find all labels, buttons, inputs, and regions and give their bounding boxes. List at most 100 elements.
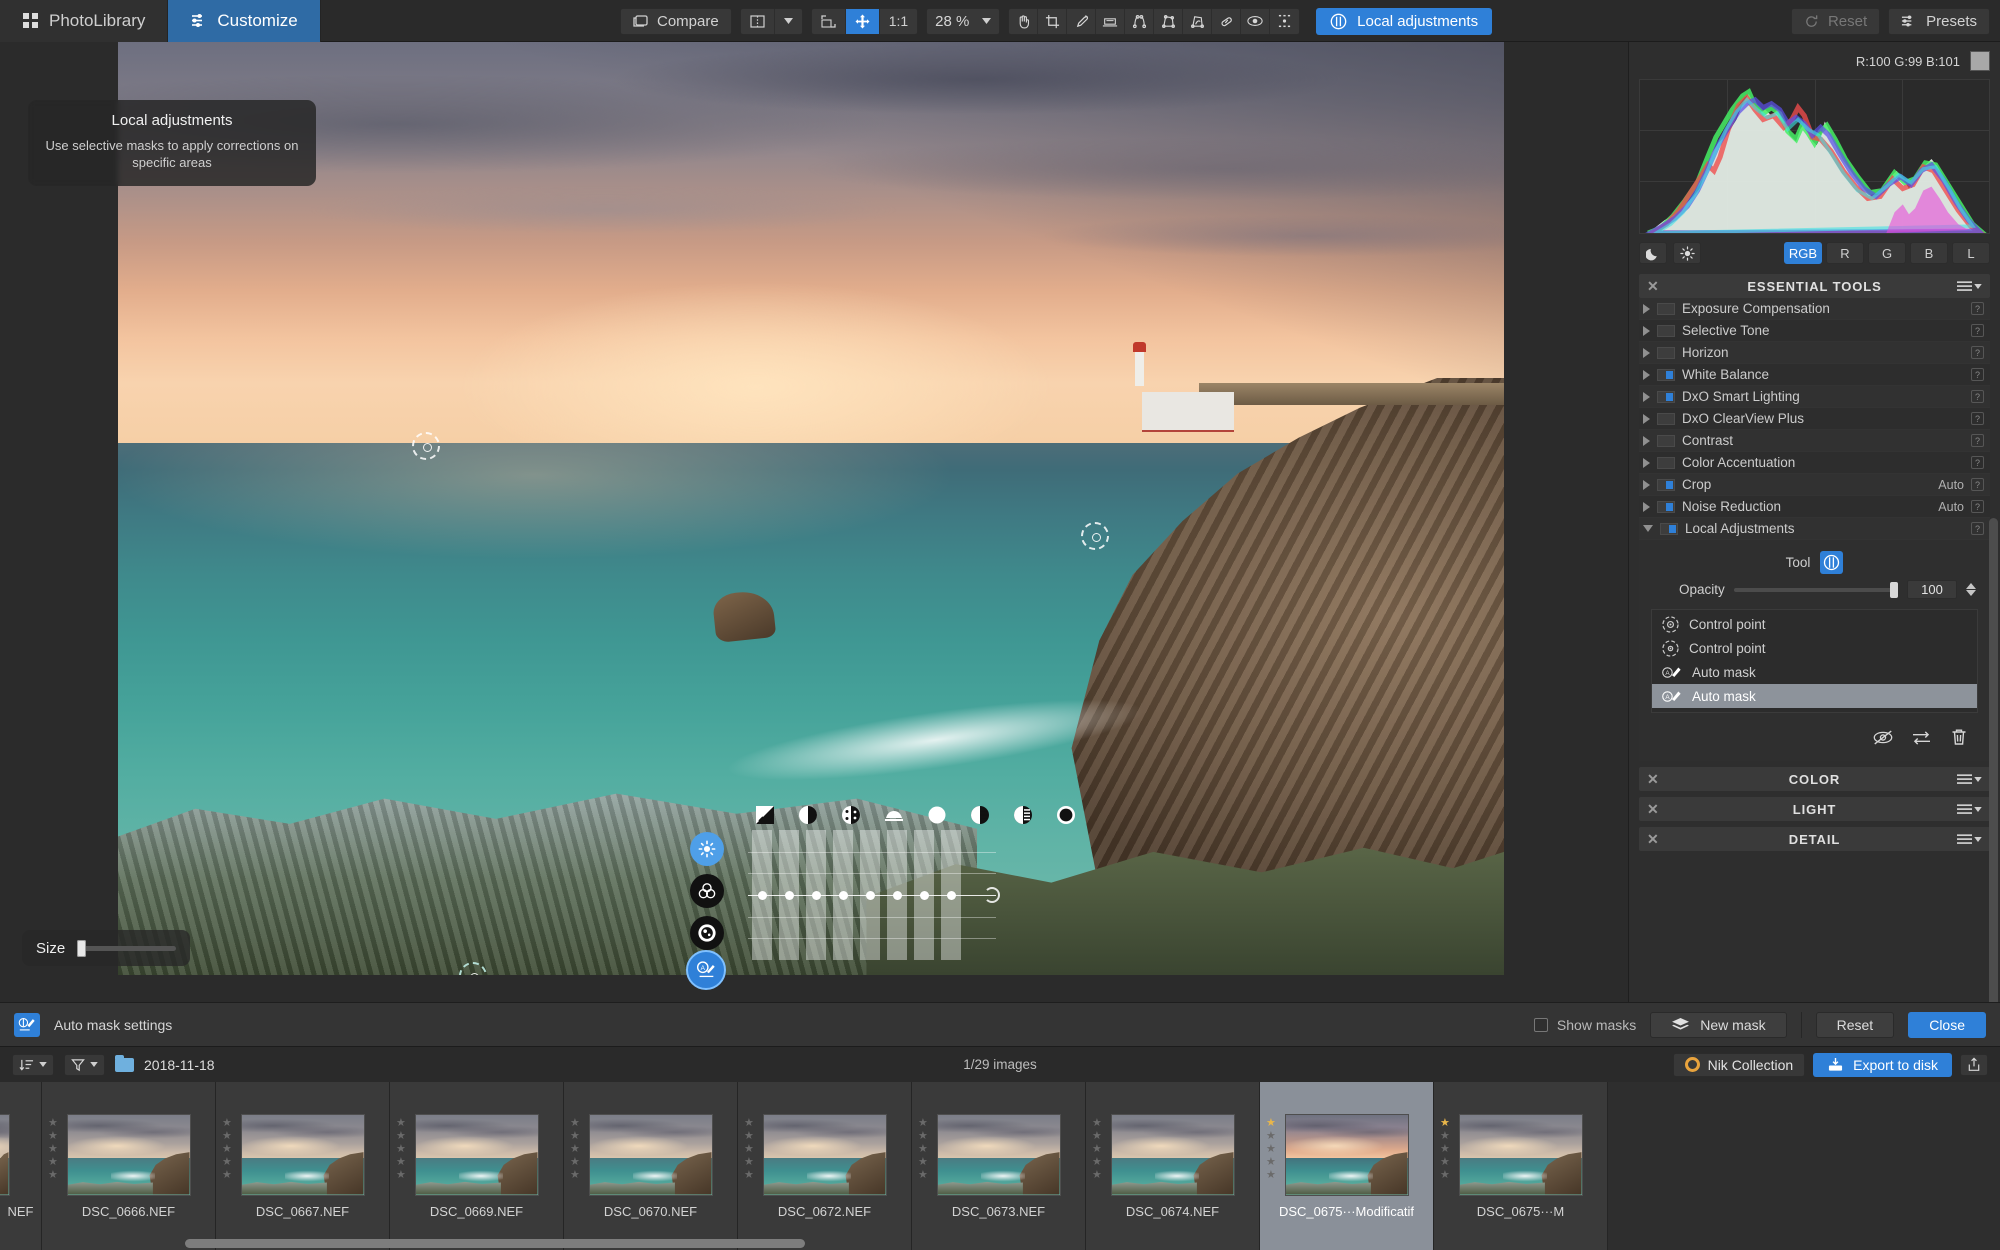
vibrancy-icon[interactable] [926,804,948,826]
auto-mask-settings-button[interactable] [14,1013,40,1037]
repair-tool-icon[interactable] [1212,9,1241,34]
equalizer-sliders[interactable] [752,830,964,960]
filmstrip[interactable]: NEF ★★★★★ DSC_0666.NEF ★★★★★ DSC_0667.NE… [0,1082,2000,1250]
star-rating[interactable]: ★★★★★ [222,1118,232,1181]
share-button[interactable] [1960,1054,1988,1076]
light-mode-button[interactable] [690,832,724,866]
fit-to-screen-icon[interactable] [812,9,846,34]
keystone-tool-icon[interactable] [1154,9,1183,34]
zoom-ratio-label[interactable]: 1:1 [880,9,917,34]
close-icon[interactable]: ✕ [1647,278,1660,295]
detail-mode-button[interactable] [690,916,724,950]
equalizer-handle-6[interactable] [893,891,902,900]
chevron-down-icon[interactable] [1643,525,1653,532]
tool-row-horizon[interactable]: Horizon ? [1639,342,1990,364]
mask-list-item[interactable]: A Auto mask [1652,660,1977,684]
la-close-button[interactable]: Close [1908,1012,1986,1038]
equalizer-handle-1[interactable] [758,891,767,900]
swap-arrows-icon[interactable] [1908,725,1934,749]
chevron-right-icon[interactable] [1643,348,1650,358]
help-icon[interactable]: ? [1971,500,1984,513]
tab-customize[interactable]: Customize [168,0,320,42]
help-icon[interactable]: ? [1971,478,1984,491]
tool-row-crop[interactable]: Crop Auto ? [1639,474,1990,496]
panel-scrollbar[interactable] [1989,518,1998,1002]
opacity-knob[interactable] [1890,582,1898,598]
mask-list[interactable]: Control point Control point A [1651,609,1978,713]
close-icon[interactable]: ✕ [1647,831,1660,848]
tool-row-white-balance[interactable]: White Balance ? [1639,364,1990,386]
eyedropper-tool-icon[interactable] [1067,9,1096,34]
filmstrip-item[interactable]: ★★★★★ DSC_0672.NEF [738,1082,912,1250]
chevron-right-icon[interactable] [1643,502,1650,512]
menu-icon[interactable] [1957,774,1982,785]
filmstrip-item[interactable]: ★★★★★ DSC_0667.NEF [216,1082,390,1250]
filter-button[interactable] [64,1054,105,1076]
split-view-icon[interactable] [741,9,775,34]
exposure-icon[interactable] [754,804,776,826]
clearview-icon[interactable] [883,804,905,826]
chevron-right-icon[interactable] [1643,370,1650,380]
image-viewport[interactable]: Local adjustments Use selective masks to… [0,42,1628,1002]
horizon-tool-icon[interactable] [1096,9,1125,34]
filmstrip-item[interactable]: ★★★★★ DSC_0670.NEF [564,1082,738,1250]
equalizer-handle-4[interactable] [839,891,848,900]
view-mode-chevron-down-icon[interactable] [775,9,802,34]
warmth-icon[interactable] [1012,804,1034,826]
control-point-marker-1[interactable] [412,432,440,460]
equalizer-handle-2[interactable] [785,891,794,900]
filmstrip-item[interactable]: ★★★★★ DSC_0675···M [1434,1082,1608,1250]
menu-icon[interactable] [1957,834,1982,845]
compare-button[interactable]: Compare [620,8,732,35]
star-rating[interactable]: ★★★★★ [396,1118,406,1181]
nik-collection-button[interactable]: Nik Collection [1673,1053,1806,1077]
moon-icon[interactable] [1639,242,1667,264]
equalizer-handle-8[interactable] [947,891,956,900]
show-masks-checkbox[interactable]: Show masks [1534,1017,1636,1033]
crop-tool-icon[interactable] [1038,9,1067,34]
volume-deformation-icon[interactable] [1183,9,1212,34]
star-rating[interactable]: ★★★★★ [1266,1118,1276,1181]
equalizer-handle-7[interactable] [920,891,929,900]
local-adjustments-button[interactable]: Local adjustments [1316,8,1492,35]
control-point-marker-2[interactable] [1081,522,1109,550]
stepper-down-icon[interactable] [1966,590,1976,596]
trash-icon[interactable] [1946,725,1972,749]
help-icon[interactable]: ? [1971,456,1984,469]
tool-auto-label[interactable]: Auto [1938,500,1964,514]
chevron-right-icon[interactable] [1643,304,1650,314]
perspective-tool-icon[interactable] [1125,9,1154,34]
channel-l[interactable]: L [1952,242,1990,264]
help-icon[interactable]: ? [1971,434,1984,447]
close-icon[interactable]: ✕ [1647,771,1660,788]
star-rating[interactable]: ★★★★★ [918,1118,928,1181]
close-icon[interactable]: ✕ [1647,801,1660,818]
chevron-right-icon[interactable] [1643,392,1650,402]
mask-list-item[interactable]: Control point [1652,636,1977,660]
eye-slash-icon[interactable] [1870,725,1896,749]
mask-list-item-selected[interactable]: A Auto mask [1652,684,1977,708]
sun-icon[interactable] [1673,242,1701,264]
microcontrast-icon[interactable] [840,804,862,826]
tool-row-dxo-clearview-plus[interactable]: DxO ClearView Plus ? [1639,408,1990,430]
tool-row-selective-tone[interactable]: Selective Tone ? [1639,320,1990,342]
section-header-essential-tools[interactable]: ✕ ESSENTIAL TOOLS [1639,274,1990,298]
blur-icon[interactable] [1055,804,1077,826]
mask-list-item[interactable]: Control point [1652,612,1977,636]
section-header-detail[interactable]: ✕ DETAIL [1639,827,1990,851]
help-icon[interactable]: ? [1971,302,1984,315]
sort-button[interactable] [12,1054,54,1076]
dust-removal-icon[interactable] [1270,9,1299,34]
equalizer-handle-5[interactable] [866,891,875,900]
channel-b[interactable]: B [1910,242,1948,264]
filmstrip-scrollbar[interactable] [0,1239,2000,1248]
zoom-level-select[interactable]: 28 % [926,8,1000,35]
auto-mask-brush-icon[interactable]: A [686,950,726,990]
chevron-right-icon[interactable] [1643,414,1650,424]
new-mask-button[interactable]: New mask [1650,1012,1786,1038]
gradient-tool-icon[interactable] [1820,551,1843,574]
brush-size-knob[interactable] [77,940,86,957]
opacity-value[interactable]: 100 [1907,580,1957,599]
checkbox-box[interactable] [1534,1018,1548,1032]
tool-row-local-adjustments[interactable]: Local Adjustments ? [1639,518,1990,540]
